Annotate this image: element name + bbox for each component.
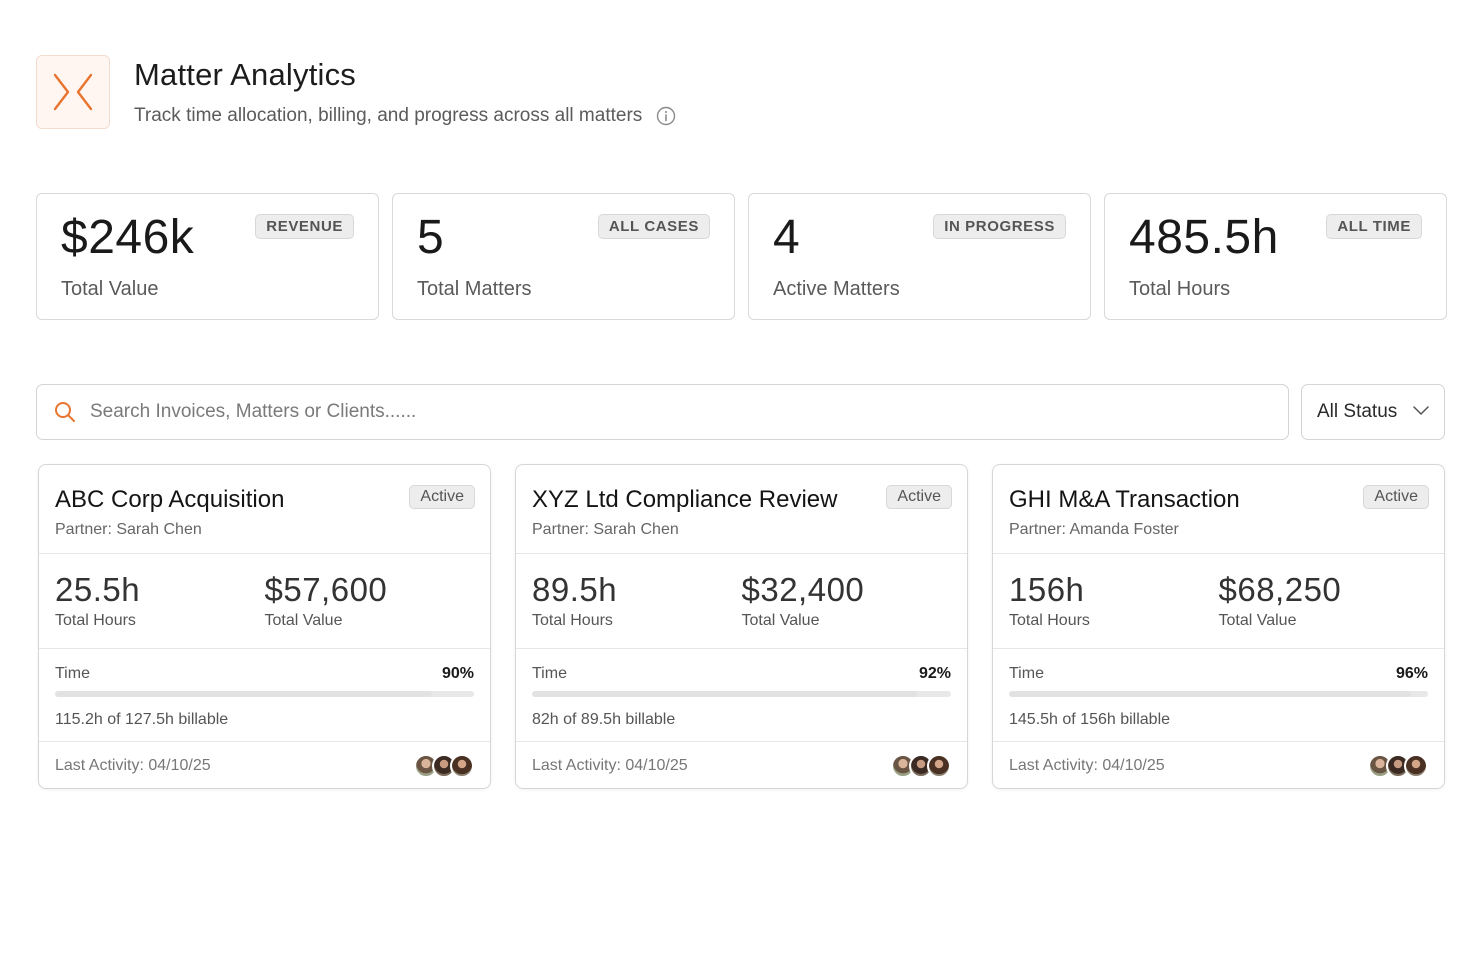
page-title: Matter Analytics <box>134 57 357 92</box>
search-icon <box>55 402 75 422</box>
progress-percent: 90% <box>441 665 474 682</box>
progress-bar-fill <box>532 691 918 697</box>
stat-card-total-value: $246k Total Value REVENUE <box>36 193 379 320</box>
progress-bar <box>55 691 474 697</box>
stat-label: Active Matters <box>773 278 900 300</box>
progress-label: Time <box>532 665 567 682</box>
status-badge: Active <box>1363 485 1429 509</box>
search-bar[interactable] <box>36 384 1289 440</box>
stat-label: Total Matters <box>417 278 532 300</box>
last-activity: Last Activity: 04/10/25 <box>532 756 688 774</box>
matter-partner: Partner: Sarah Chen <box>532 521 679 538</box>
matter-hours-label: Total Hours <box>532 612 613 629</box>
team-avatars[interactable] <box>1368 753 1428 778</box>
search-input[interactable] <box>90 401 1190 423</box>
status-filter-dropdown[interactable]: All Status <box>1301 384 1445 440</box>
app-logo <box>36 55 110 129</box>
stat-badge: ALL TIME <box>1326 214 1422 239</box>
matter-partner: Partner: Amanda Foster <box>1009 521 1179 538</box>
progress-bar <box>1009 691 1428 697</box>
stat-card-active-matters: 4 Active Matters IN PROGRESS <box>748 193 1091 320</box>
chevron-down-icon <box>1413 406 1429 415</box>
matters-grid: ABC Corp Acquisition Partner: Sarah Chen… <box>38 464 1445 789</box>
team-avatars[interactable] <box>414 753 474 778</box>
stat-card-total-hours: 485.5h Total Hours ALL TIME <box>1104 193 1447 320</box>
progress-bar-fill <box>55 691 433 697</box>
stat-label: Total Value <box>61 278 159 300</box>
stats-row: $246k Total Value REVENUE 5 Total Matter… <box>36 193 1447 320</box>
last-activity: Last Activity: 04/10/25 <box>1009 756 1165 774</box>
progress-percent: 92% <box>918 665 951 682</box>
matter-value-amount: $57,600 <box>264 571 388 608</box>
billable-summary: 115.2h of 127.5h billable <box>55 711 229 728</box>
matter-value-amount: $68,250 <box>1218 571 1342 608</box>
status-badge: Active <box>886 485 952 509</box>
matter-card[interactable]: GHI M&A Transaction Partner: Amanda Fost… <box>992 464 1445 789</box>
page-header: Matter Analytics Track time allocation, … <box>36 55 676 129</box>
matter-hours-value: 156h <box>1009 571 1085 608</box>
progress-label: Time <box>1009 665 1044 682</box>
matter-value-amount: $32,400 <box>741 571 865 608</box>
avatar <box>927 753 951 778</box>
avatar <box>1404 753 1428 778</box>
billable-summary: 145.5h of 156h billable <box>1009 711 1171 728</box>
stat-badge: IN PROGRESS <box>933 214 1066 239</box>
matter-value-label: Total Value <box>264 612 343 629</box>
matter-hours-value: 25.5h <box>55 571 141 608</box>
billable-summary: 82h of 89.5h billable <box>532 711 676 728</box>
stat-card-total-matters: 5 Total Matters ALL CASES <box>392 193 735 320</box>
progress-label: Time <box>55 665 90 682</box>
page-subtitle: Track time allocation, billing, and prog… <box>134 105 643 126</box>
matter-card[interactable]: ABC Corp Acquisition Partner: Sarah Chen… <box>38 464 491 789</box>
status-badge: Active <box>409 485 475 509</box>
avatar <box>450 753 474 778</box>
chevrons-collapse-icon <box>53 73 93 111</box>
progress-bar-fill <box>1009 691 1412 697</box>
stat-label: Total Hours <box>1129 278 1231 300</box>
matter-card[interactable]: XYZ Ltd Compliance Review Partner: Sarah… <box>515 464 968 789</box>
info-icon[interactable] <box>656 106 676 126</box>
team-avatars[interactable] <box>891 753 951 778</box>
matter-value-label: Total Value <box>741 612 820 629</box>
matter-hours-value: 89.5h <box>532 571 618 608</box>
matter-partner: Partner: Sarah Chen <box>55 521 202 538</box>
matter-hours-label: Total Hours <box>55 612 136 629</box>
stat-badge: ALL CASES <box>597 214 710 239</box>
matter-value-label: Total Value <box>1218 612 1297 629</box>
progress-percent: 96% <box>1395 665 1428 682</box>
matter-hours-label: Total Hours <box>1009 612 1090 629</box>
status-filter-value: All Status <box>1317 401 1398 422</box>
last-activity: Last Activity: 04/10/25 <box>55 756 211 774</box>
stat-badge: REVENUE <box>255 214 354 239</box>
progress-bar <box>532 691 951 697</box>
